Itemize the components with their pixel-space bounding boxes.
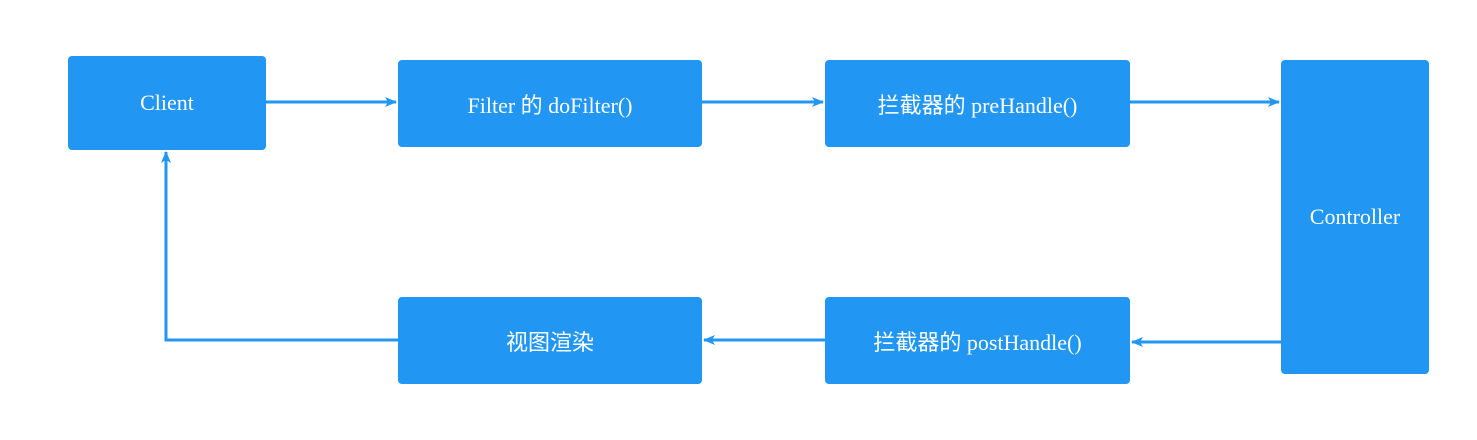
- node-controller-label: Controller: [1309, 204, 1401, 229]
- node-filter-dofilter: Filter 的 doFilter(): [398, 60, 702, 147]
- node-posthandle-label: 拦截器的 postHandle(): [873, 329, 1082, 355]
- edge-render-to-client: [161, 151, 398, 342]
- node-client-label: Client: [140, 90, 194, 115]
- node-render-label: 视图渲染: [505, 329, 594, 355]
- node-client: Client: [68, 56, 266, 150]
- node-view-render: 视图渲染: [398, 297, 702, 384]
- node-controller: Controller: [1281, 60, 1429, 374]
- node-prehandle-label: 拦截器的 preHandle(): [877, 92, 1078, 118]
- node-interceptor-posthandle: 拦截器的 postHandle(): [825, 297, 1130, 384]
- node-interceptor-prehandle: 拦截器的 preHandle(): [825, 60, 1130, 147]
- node-filter-label: Filter 的 doFilter(): [467, 92, 633, 118]
